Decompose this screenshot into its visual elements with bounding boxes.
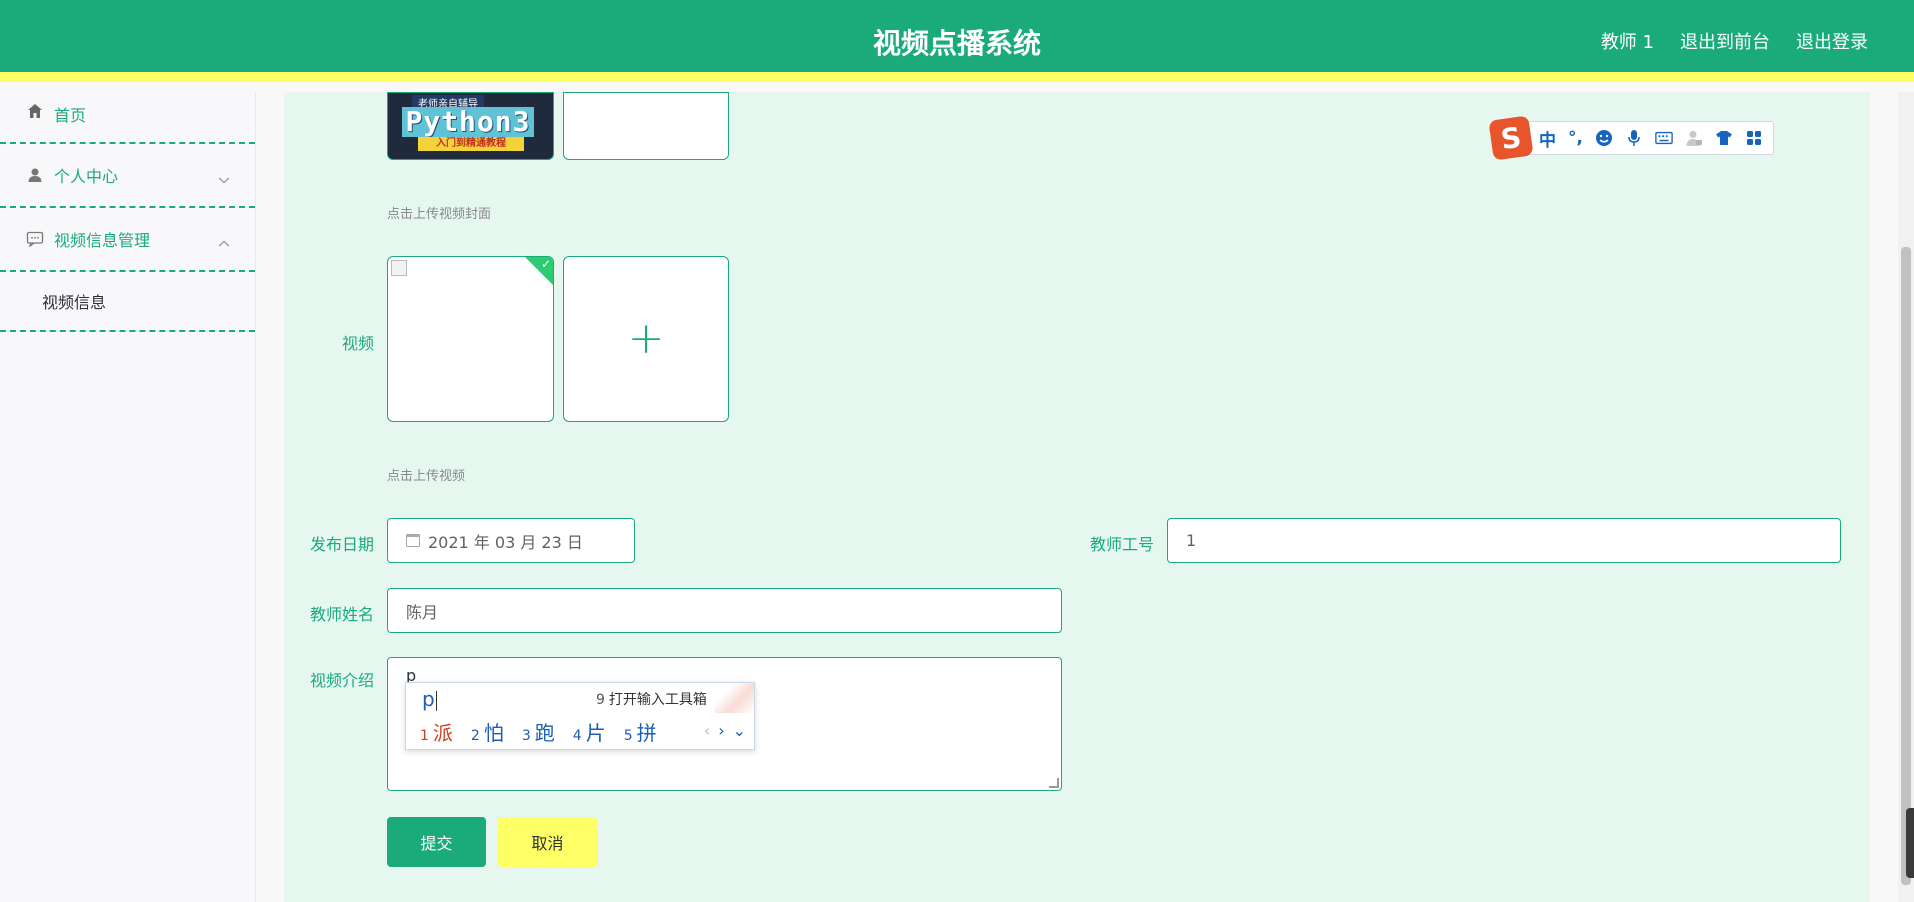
chevron-up-icon xyxy=(217,234,231,247)
ime-toolbar: S 中 °, xyxy=(1488,115,1774,161)
ime-candidate[interactable]: 5拼 xyxy=(624,717,657,746)
ime-next-page-icon[interactable]: › xyxy=(718,721,724,740)
publish-date-label: 发布日期 xyxy=(309,535,374,554)
cover-image-preview[interactable]: 老师亲自辅导 Python3 入门到精通教程 xyxy=(387,92,554,160)
header-nav: 教师 1 退出到前台 退出登录 xyxy=(1601,28,1868,54)
teacher-id-value: 1 xyxy=(1186,531,1197,550)
plus-icon: + xyxy=(627,313,665,364)
sidebar-item-home[interactable]: 首页 xyxy=(0,92,255,144)
teacher-name-label: 教师姓名 xyxy=(309,605,374,624)
resize-handle-icon[interactable] xyxy=(1049,778,1059,788)
microphone-icon[interactable] xyxy=(1625,129,1643,147)
chevron-down-icon xyxy=(217,170,231,184)
sidebar: 首页 个人中心 视频信息管理 视频信息 xyxy=(0,92,256,902)
ime-candidate-list: 1派 2怕 3跑 4片 5拼 xyxy=(420,717,657,746)
sidebar-item-label: 首页 xyxy=(54,106,87,125)
cancel-button[interactable]: 取消 xyxy=(498,817,597,867)
ime-mode-toggle[interactable]: 中 xyxy=(1539,126,1556,151)
video-upload-button[interactable]: + xyxy=(563,256,729,422)
keyboard-icon[interactable] xyxy=(1655,129,1673,147)
ime-candidate[interactable]: 3跑 xyxy=(522,717,555,746)
video-label: 视频 xyxy=(341,334,374,353)
video-upload-hint: 点击上传视频 xyxy=(387,469,466,484)
check-icon: ✓ xyxy=(540,257,551,271)
ime-candidate[interactable]: 4片 xyxy=(573,717,606,746)
cover-title: Python3 xyxy=(402,107,534,137)
teacher-id-input[interactable]: 1 xyxy=(1167,518,1841,563)
ime-prev-page-icon[interactable]: ‹ xyxy=(704,721,710,740)
teacher-name-value: 陈月 xyxy=(406,602,439,622)
floating-side-widget[interactable] xyxy=(1906,808,1914,878)
broken-image-icon xyxy=(391,260,407,276)
top-header: 视频点播系统 教师 1 退出到前台 退出登录 xyxy=(0,0,1914,82)
ime-candidate[interactable]: 1派 xyxy=(420,717,453,746)
home-icon xyxy=(26,102,44,120)
emoji-icon[interactable] xyxy=(1595,129,1613,147)
cover-subtitle: 入门到精通教程 xyxy=(418,137,524,151)
sidebar-item-label: 个人中心 xyxy=(54,167,119,186)
ime-toolbox-hint[interactable]: 9 打开输入工具箱 xyxy=(596,689,707,709)
user-name-link[interactable]: 教师 1 xyxy=(1601,28,1654,54)
message-icon xyxy=(26,230,44,248)
user-icon xyxy=(26,166,44,184)
page-scrollbar[interactable] xyxy=(1898,92,1914,902)
teacher-id-label: 教师工号 xyxy=(1089,535,1154,554)
ime-page-controls: ‹ › ⌄ xyxy=(704,721,746,740)
logout-link[interactable]: 退出登录 xyxy=(1796,28,1868,54)
video-intro-label: 视频介绍 xyxy=(309,671,374,690)
cover-upload-box[interactable] xyxy=(563,92,729,160)
punctuation-toggle[interactable]: °, xyxy=(1568,128,1583,148)
sidebar-item-label: 视频信息管理 xyxy=(54,231,151,250)
ime-skin-decoration xyxy=(714,683,754,713)
skin-shirt-icon[interactable] xyxy=(1715,129,1733,147)
publish-date-picker[interactable]: 2021 年 03 月 23 日 xyxy=(387,518,635,563)
sidebar-subitem-video-info[interactable]: 视频信息 xyxy=(0,272,255,332)
cover-upload-hint: 点击上传视频封面 xyxy=(387,207,492,222)
sogou-logo-icon[interactable]: S xyxy=(1488,115,1534,161)
account-icon[interactable] xyxy=(1685,129,1703,147)
sidebar-item-personal-center[interactable]: 个人中心 xyxy=(0,144,255,208)
video-preview[interactable]: ✓ xyxy=(387,256,554,422)
ime-expand-icon[interactable]: ⌄ xyxy=(733,721,746,740)
exit-to-frontend-link[interactable]: 退出到前台 xyxy=(1680,28,1770,54)
ime-candidate[interactable]: 2怕 xyxy=(471,717,504,746)
scrollbar-thumb[interactable] xyxy=(1901,247,1911,885)
ime-composition: p xyxy=(422,687,437,711)
ime-candidate-window: p 9 打开输入工具箱 1派 2怕 3跑 4片 5拼 ‹ › ⌄ xyxy=(405,682,755,750)
sidebar-item-video-management[interactable]: 视频信息管理 xyxy=(0,208,255,272)
calendar-icon xyxy=(406,534,420,547)
teacher-name-input[interactable]: 陈月 xyxy=(387,588,1062,633)
submit-button[interactable]: 提交 xyxy=(387,817,486,867)
publish-date-value: 2021 年 03 月 23 日 xyxy=(428,532,583,552)
toolbox-grid-icon[interactable] xyxy=(1745,129,1763,147)
